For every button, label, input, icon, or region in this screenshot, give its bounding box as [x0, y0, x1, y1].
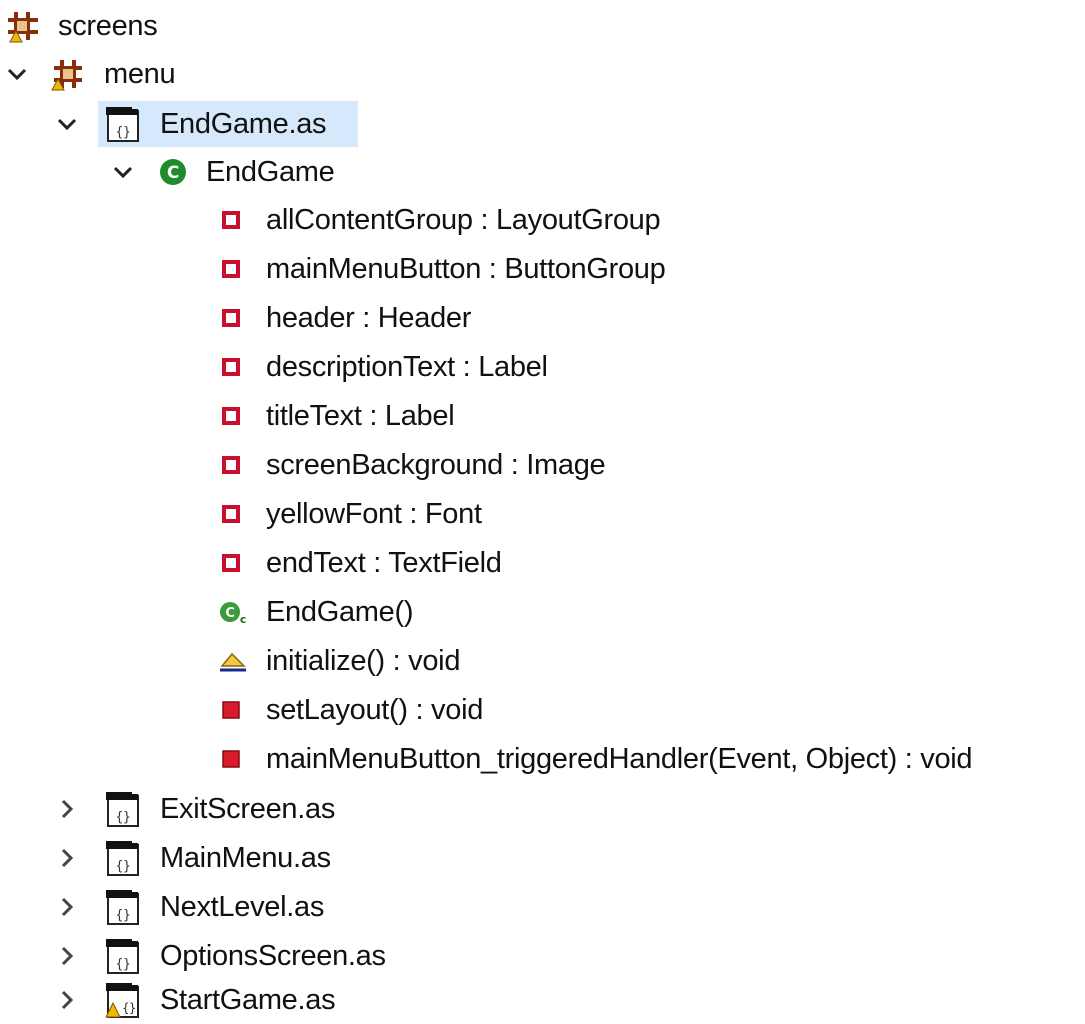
member-label: endText : TextField — [266, 547, 502, 579]
override-method-icon — [218, 648, 248, 674]
tree-node-endgame-class[interactable]: C EndGame — [112, 148, 335, 196]
svg-text:{}: {} — [115, 957, 130, 972]
tree-node-label: screens — [58, 10, 158, 42]
tree-node-member[interactable]: header : Header — [218, 294, 471, 342]
tree-node-member[interactable]: descriptionText : Label — [218, 343, 548, 391]
actionscript-file-icon: {} — [102, 937, 142, 975]
actionscript-file-warning-icon: {} — [102, 981, 142, 1019]
chevron-down-icon[interactable] — [6, 63, 28, 85]
member-label: yellowFont : Font — [266, 498, 482, 530]
tree-node-member[interactable]: titleText : Label — [218, 392, 455, 440]
chevron-down-icon[interactable] — [56, 113, 78, 135]
tree-node-member[interactable]: C c EndGame() — [218, 588, 413, 636]
private-field-icon — [218, 501, 244, 527]
member-label: allContentGroup : LayoutGroup — [266, 204, 661, 236]
actionscript-file-icon: {} — [102, 839, 142, 877]
tree-node-member[interactable]: initialize() : void — [218, 637, 460, 685]
private-field-icon — [218, 305, 244, 331]
class-icon: C — [158, 157, 188, 187]
tree-node-member[interactable]: mainMenuButton : ButtonGroup — [218, 245, 666, 293]
tree-node-menu[interactable]: menu — [6, 50, 176, 98]
private-method-icon — [218, 746, 244, 772]
svg-text:{}: {} — [115, 810, 130, 825]
file-label: StartGame.as — [160, 984, 336, 1016]
actionscript-file-icon: {} — [102, 790, 142, 828]
package-warning-icon — [50, 57, 84, 91]
svg-text:C: C — [225, 606, 234, 621]
svg-text:{}: {} — [122, 1001, 136, 1015]
chevron-down-icon[interactable] — [112, 161, 134, 183]
svg-text:{}: {} — [115, 859, 130, 874]
file-label: ExitScreen.as — [160, 793, 336, 825]
svg-text:{}: {} — [115, 125, 130, 140]
private-field-icon — [218, 403, 244, 429]
svg-text:C: C — [167, 163, 179, 183]
tree-node-file[interactable]: {} OptionsScreen.as — [56, 932, 386, 980]
tree-node-member[interactable]: mainMenuButton_triggeredHandler(Event, O… — [218, 735, 973, 783]
tree-node-member[interactable]: screenBackground : Image — [218, 441, 606, 489]
file-label: NextLevel.as — [160, 891, 325, 923]
private-field-icon — [218, 256, 244, 282]
tree-node-member[interactable]: setLayout() : void — [218, 686, 483, 734]
chevron-right-icon[interactable] — [56, 945, 78, 967]
package-explorer-tree: screens menu {} EndGame.as C EndGame all… — [0, 0, 1085, 1024]
tree-node-file[interactable]: {} NextLevel.as — [56, 883, 324, 931]
private-field-icon — [218, 354, 244, 380]
member-label: mainMenuButton : ButtonGroup — [266, 253, 666, 285]
tree-node-member[interactable]: yellowFont : Font — [218, 490, 482, 538]
private-method-icon — [218, 697, 244, 723]
chevron-right-icon[interactable] — [56, 847, 78, 869]
member-label: titleText : Label — [266, 400, 455, 432]
tree-node-file[interactable]: {} StartGame.as — [56, 976, 336, 1024]
tree-node-member[interactable]: endText : TextField — [218, 539, 502, 587]
member-label: setLayout() : void — [266, 694, 484, 726]
actionscript-file-icon: {} — [102, 888, 142, 926]
member-label: screenBackground : Image — [266, 449, 606, 481]
tree-node-label: EndGame.as — [160, 108, 327, 140]
tree-node-file[interactable]: {} MainMenu.as — [56, 834, 331, 882]
file-label: MainMenu.as — [160, 842, 331, 874]
package-warning-icon — [6, 9, 40, 43]
member-label: mainMenuButton_triggeredHandler(Event, O… — [266, 743, 973, 775]
tree-node-endgame-file[interactable]: {} EndGame.as — [56, 100, 327, 148]
private-field-icon — [218, 207, 244, 233]
tree-node-file[interactable]: {} ExitScreen.as — [56, 785, 335, 833]
chevron-right-icon[interactable] — [56, 989, 78, 1011]
chevron-right-icon[interactable] — [56, 896, 78, 918]
member-label: initialize() : void — [266, 645, 461, 677]
svg-text:c: c — [240, 613, 246, 626]
chevron-right-icon[interactable] — [56, 798, 78, 820]
actionscript-file-icon: {} — [102, 105, 142, 143]
member-label: EndGame() — [266, 596, 414, 628]
tree-node-label: menu — [104, 58, 176, 90]
constructor-icon: C c — [218, 598, 248, 626]
private-field-icon — [218, 452, 244, 478]
file-label: OptionsScreen.as — [160, 940, 386, 972]
tree-node-screens[interactable]: screens — [6, 2, 158, 50]
tree-node-member[interactable]: allContentGroup : LayoutGroup — [218, 196, 661, 244]
tree-node-label: EndGame — [206, 156, 335, 188]
svg-text:{}: {} — [115, 908, 130, 923]
member-label: descriptionText : Label — [266, 351, 548, 383]
private-field-icon — [218, 550, 244, 576]
member-label: header : Header — [266, 302, 472, 334]
